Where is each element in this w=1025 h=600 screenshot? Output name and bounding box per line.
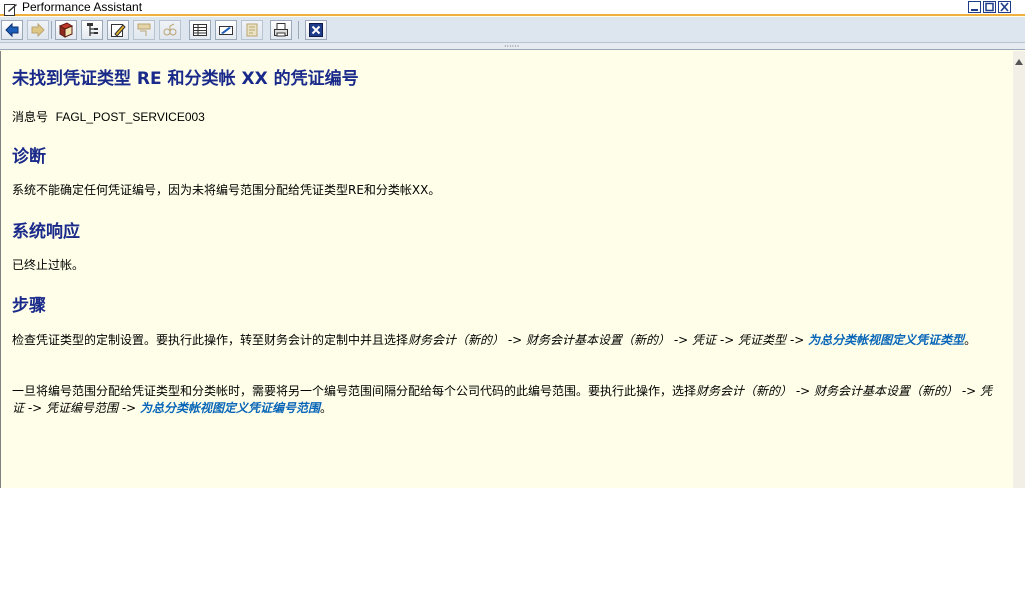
forward-arrow-icon bbox=[31, 22, 45, 38]
table-icon bbox=[193, 24, 207, 36]
structure-icon bbox=[87, 23, 98, 36]
forward-button[interactable] bbox=[27, 20, 49, 40]
help-content-pane: 未找到凭证类型 RE 和分类帐 XX 的凭证编号 消息号 FAGL_POST_S… bbox=[0, 51, 1013, 488]
toolbar-separator bbox=[298, 21, 299, 39]
close-button[interactable] bbox=[305, 20, 327, 40]
note-button[interactable] bbox=[241, 20, 263, 40]
note-icon bbox=[246, 23, 258, 37]
glasses-icon bbox=[163, 23, 177, 36]
splitter-handle[interactable]: ······ bbox=[0, 42, 1025, 51]
message-number-label: 消息号 bbox=[12, 110, 49, 124]
title-bar: Performance Assistant bbox=[0, 0, 1025, 16]
window-title: Performance Assistant bbox=[22, 0, 143, 14]
edit-note-icon bbox=[111, 24, 126, 37]
procedure-paragraph-2: 一旦将编号范围分配给凭证类型和分类帐时，需要将另一个编号范围间隔分配给每个公司代… bbox=[12, 383, 1002, 417]
pencil-box-icon bbox=[219, 26, 233, 35]
message-number: 消息号 FAGL_POST_SERVICE003 bbox=[12, 108, 205, 125]
vertical-scrollbar[interactable] bbox=[1013, 51, 1025, 488]
splitter-grip-icon: ······ bbox=[504, 42, 520, 51]
system-response-text: 已终止过帐。 bbox=[12, 258, 85, 272]
back-arrow-icon bbox=[5, 22, 19, 38]
close-icon bbox=[309, 23, 323, 37]
procedure-p2-end: 。 bbox=[320, 401, 333, 415]
technical-info-icon bbox=[137, 23, 151, 36]
edit-button[interactable] bbox=[107, 20, 129, 40]
message-number-value: FAGL_POST_SERVICE003 bbox=[55, 110, 205, 124]
performance-assistant-window: Performance Assistant ······ 未找到凭证类型 RE … bbox=[0, 0, 1025, 488]
window-app-icon bbox=[4, 1, 18, 16]
procedure-p1-menu-path: 财务会计（新的） -> 财务会计基本设置（新的） -> 凭证 -> 凭证类型 -… bbox=[408, 333, 809, 347]
procedure-p1-end: 。 bbox=[964, 333, 977, 347]
scroll-up-arrow-icon[interactable] bbox=[1014, 53, 1024, 65]
toolbar-separator bbox=[51, 21, 52, 39]
technical-info-button[interactable] bbox=[133, 20, 155, 40]
diagnosis-heading: 诊断 bbox=[12, 147, 46, 167]
maximize-button[interactable] bbox=[983, 1, 996, 13]
table-button[interactable] bbox=[189, 20, 211, 40]
minimize-button[interactable] bbox=[968, 1, 981, 13]
procedure-heading: 步骤 bbox=[12, 296, 46, 316]
diagnosis-text: 系统不能确定任何凭证编号，因为未将编号范围分配给凭证类型RE和分类帐XX。 bbox=[12, 183, 441, 197]
back-button[interactable] bbox=[1, 20, 23, 40]
system-response-heading: 系统响应 bbox=[12, 222, 80, 242]
page-title: 未找到凭证类型 RE 和分类帐 XX 的凭证编号 bbox=[12, 69, 359, 89]
pencil-box-button[interactable] bbox=[215, 20, 237, 40]
define-document-number-ranges-link[interactable]: 为总分类帐视图定义凭证编号范围 bbox=[140, 401, 320, 415]
toolbar bbox=[0, 17, 1025, 43]
glossary-button[interactable] bbox=[55, 20, 77, 40]
print-icon bbox=[274, 23, 288, 37]
procedure-p2-text: 一旦将编号范围分配给凭证类型和分类帐时，需要将另一个编号范围间隔分配给每个公司代… bbox=[12, 384, 697, 398]
procedure-p1-text: 检查凭证类型的定制设置。要执行此操作，转至财务会计的定制中并且选择 bbox=[12, 333, 409, 347]
structure-button[interactable] bbox=[81, 20, 103, 40]
close-window-button[interactable] bbox=[998, 1, 1011, 13]
book-icon bbox=[58, 22, 74, 38]
define-document-types-link[interactable]: 为总分类帐视图定义凭证类型 bbox=[808, 333, 964, 347]
print-button[interactable] bbox=[270, 20, 292, 40]
find-button[interactable] bbox=[159, 20, 181, 40]
procedure-paragraph-1: 检查凭证类型的定制设置。要执行此操作，转至财务会计的定制中并且选择财务会计（新的… bbox=[12, 332, 1002, 349]
